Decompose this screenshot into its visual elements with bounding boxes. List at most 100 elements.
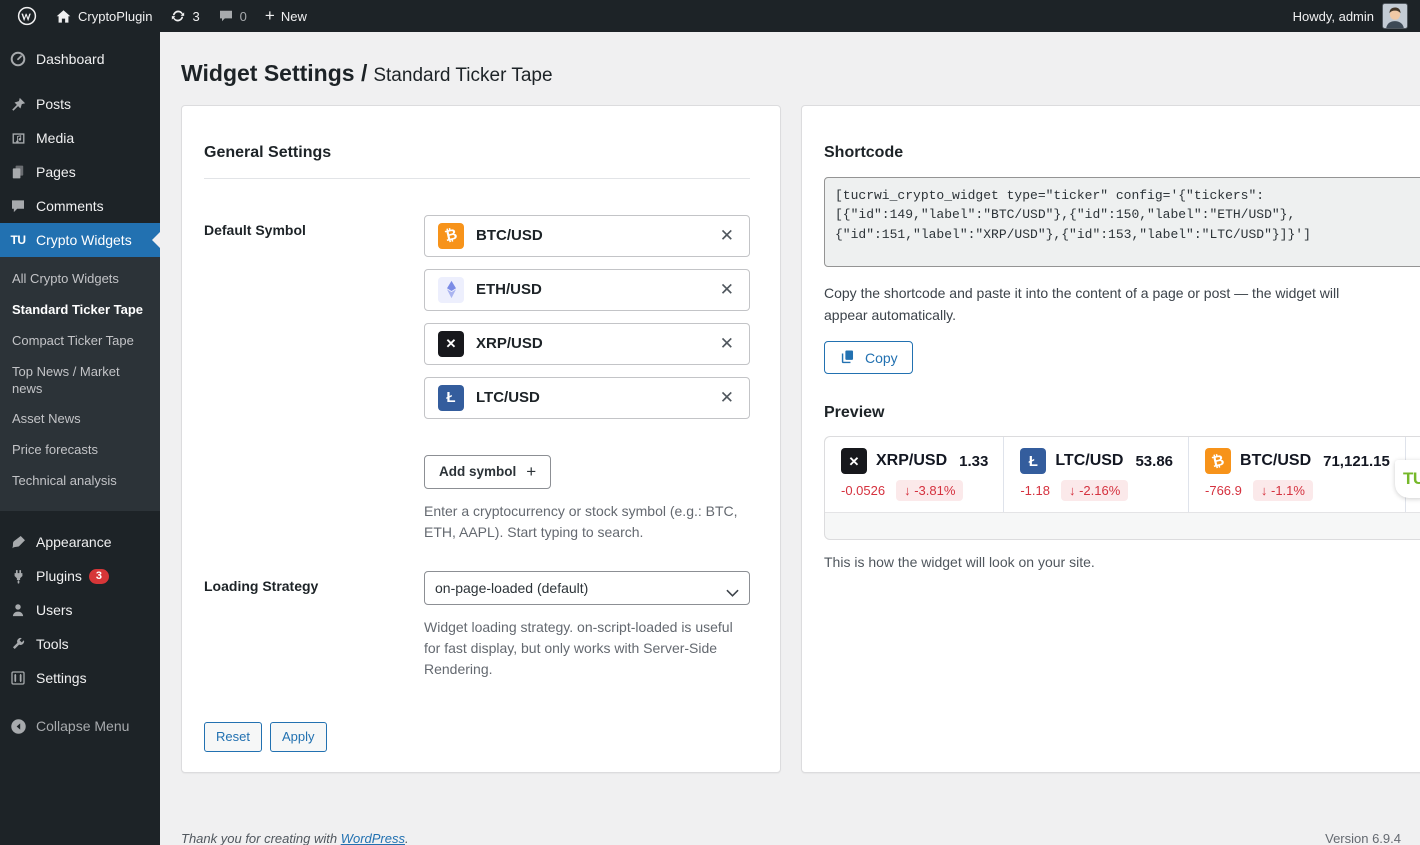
remove-symbol-eth-button[interactable]: ✕ xyxy=(718,279,736,300)
dashboard-icon xyxy=(8,50,28,68)
symbol-chip-eth: ETH/USD ✕ xyxy=(424,269,750,311)
pushpin-icon xyxy=(8,96,28,113)
submenu-technical-analysis[interactable]: Technical analysis xyxy=(0,466,160,497)
wordpress-logo-icon xyxy=(17,6,37,26)
sidebar-item-settings[interactable]: Settings xyxy=(0,661,160,695)
plus-icon: + xyxy=(526,462,536,482)
plus-icon: + xyxy=(265,7,275,24)
xrp-icon: ✕ xyxy=(438,331,464,357)
comments-icon xyxy=(8,198,28,214)
loading-strategy-label: Loading Strategy xyxy=(204,571,424,680)
submenu-top-news-market-news[interactable]: Top News / Market news xyxy=(0,357,160,405)
loading-strategy-select[interactable]: on-page-loaded (default) xyxy=(424,571,750,605)
symbol-chip-ltc: Ł LTC/USD ✕ xyxy=(424,377,750,419)
plugins-update-badge: 3 xyxy=(89,569,109,584)
pages-icon xyxy=(8,164,28,180)
main-content: Widget Settings / Standard Ticker Tape Ge… xyxy=(160,32,1420,845)
site-name-link[interactable]: CryptoPlugin xyxy=(46,0,161,32)
sidebar-item-crypto-widgets[interactable]: TU Crypto Widgets xyxy=(0,223,160,257)
footer-version: Version 6.9.4 xyxy=(1325,831,1401,845)
sidebar-item-comments[interactable]: Comments xyxy=(0,189,160,223)
wordpress-link[interactable]: WordPress xyxy=(341,831,405,845)
admin-sidebar: Dashboard Posts Media Pages Comments xyxy=(0,32,160,845)
new-content-link[interactable]: + New xyxy=(256,0,316,32)
footer-thanks: Thank you for creating with WordPress. xyxy=(181,831,409,845)
widget-preview: ✕ XRP/USD 1.33 -0.0526 ↓ -3.81% Ł xyxy=(824,436,1420,540)
remove-symbol-btc-button[interactable]: ✕ xyxy=(718,225,736,246)
sidebar-item-media[interactable]: Media xyxy=(0,121,160,155)
admin-bar: CryptoPlugin 3 0 + New Howdy, admin xyxy=(0,0,1420,32)
media-icon xyxy=(8,130,28,147)
wrench-icon xyxy=(8,636,28,652)
change-value: -766.9 xyxy=(1205,483,1242,498)
ticker-cell-xrp: ✕ XRP/USD 1.33 -0.0526 ↓ -3.81% xyxy=(825,437,1004,512)
tu-logo-icon: TU xyxy=(8,233,28,247)
account-menu[interactable]: Howdy, admin xyxy=(1293,3,1412,29)
crypto-widgets-submenu: All Crypto Widgets Standard Ticker Tape … xyxy=(0,257,160,511)
preview-heading: Preview xyxy=(824,404,1420,422)
shortcode-textarea[interactable]: [tucrwi_crypto_widget type="ticker" conf… xyxy=(824,177,1420,267)
admin-footer: Thank you for creating with WordPress. V… xyxy=(181,831,1401,845)
submenu-standard-ticker-tape[interactable]: Standard Ticker Tape xyxy=(0,295,160,326)
sidebar-item-dashboard[interactable]: Dashboard xyxy=(0,42,160,76)
user-avatar xyxy=(1382,3,1408,29)
general-settings-card: General Settings Default Symbol ₿ BTC/US… xyxy=(181,105,781,773)
symbol-chip-xrp: ✕ XRP/USD ✕ xyxy=(424,323,750,365)
shortcode-help-text: Copy the shortcode and paste it into the… xyxy=(824,283,1386,326)
shortcode-card: Shortcode [tucrwi_crypto_widget type="ti… xyxy=(801,105,1420,773)
submenu-compact-ticker-tape[interactable]: Compact Ticker Tape xyxy=(0,326,160,357)
xrp-icon: ✕ xyxy=(841,448,867,474)
symbol-help-text: Enter a cryptocurrency or stock symbol (… xyxy=(424,501,750,543)
shortcode-heading: Shortcode xyxy=(824,144,1420,162)
comment-bubble-icon xyxy=(218,8,234,24)
remove-symbol-xrp-button[interactable]: ✕ xyxy=(718,333,736,354)
collapse-arrow-icon xyxy=(8,718,28,735)
change-percent-badge: ↓ -2.16% xyxy=(1061,480,1128,501)
comments-count: 0 xyxy=(240,9,247,24)
settings-sliders-icon xyxy=(8,670,28,686)
symbol-chip-btc: ₿ BTC/USD ✕ xyxy=(424,215,750,257)
sidebar-item-posts[interactable]: Posts xyxy=(0,87,160,121)
page-title: Widget Settings / Standard Ticker Tape xyxy=(160,32,1420,89)
users-icon xyxy=(8,602,28,618)
ticker-cell-btc: ₿ BTC/USD 71,121.15 -766.9 ↓ -1.1% xyxy=(1189,437,1406,512)
ltc-icon: Ł xyxy=(438,385,464,411)
submenu-all-crypto-widgets[interactable]: All Crypto Widgets xyxy=(0,264,160,295)
btc-icon: ₿ xyxy=(1205,448,1231,474)
sidebar-item-appearance[interactable]: Appearance xyxy=(0,525,160,559)
add-symbol-button[interactable]: Add symbol + xyxy=(424,455,551,489)
btc-icon: ₿ xyxy=(438,223,464,249)
sidebar-item-users[interactable]: Users xyxy=(0,593,160,627)
new-label: New xyxy=(281,9,307,24)
updates-link[interactable]: 3 xyxy=(161,0,208,32)
page-title-sub: Standard Ticker Tape xyxy=(373,65,552,86)
ltc-icon: Ł xyxy=(1020,448,1046,474)
ticker-cell-ltc: Ł LTC/USD 53.86 -1.18 ↓ -2.16% xyxy=(1004,437,1189,512)
copy-shortcode-button[interactable]: Copy xyxy=(824,341,913,374)
sidebar-item-pages[interactable]: Pages xyxy=(0,155,160,189)
apply-button[interactable]: Apply xyxy=(270,722,327,752)
updates-icon xyxy=(170,8,186,24)
updates-count: 3 xyxy=(192,9,199,24)
section-divider xyxy=(204,178,750,179)
remove-symbol-ltc-button[interactable]: ✕ xyxy=(718,387,736,408)
wordpress-logo-menu[interactable] xyxy=(8,0,46,32)
submenu-price-forecasts[interactable]: Price forecasts xyxy=(0,435,160,466)
site-name: CryptoPlugin xyxy=(78,9,152,24)
default-symbol-label: Default Symbol xyxy=(204,215,424,543)
comments-link[interactable]: 0 xyxy=(209,0,256,32)
reset-button[interactable]: Reset xyxy=(204,722,262,752)
plugin-icon xyxy=(8,568,28,585)
tu-logo-badge[interactable]: TU xyxy=(1395,460,1420,498)
page-title-main: Widget Settings / xyxy=(181,60,367,86)
loading-strategy-help-text: Widget loading strategy. on-script-loade… xyxy=(424,617,750,680)
submenu-asset-news[interactable]: Asset News xyxy=(0,404,160,435)
collapse-menu-button[interactable]: Collapse Menu xyxy=(0,709,160,743)
appearance-icon xyxy=(8,534,28,551)
copy-icon xyxy=(839,348,856,368)
howdy-text: Howdy, admin xyxy=(1293,9,1374,24)
sidebar-item-tools[interactable]: Tools xyxy=(0,627,160,661)
home-icon xyxy=(55,8,72,25)
change-percent-badge: ↓ -1.1% xyxy=(1253,480,1313,501)
sidebar-item-plugins[interactable]: Plugins 3 xyxy=(0,559,160,593)
